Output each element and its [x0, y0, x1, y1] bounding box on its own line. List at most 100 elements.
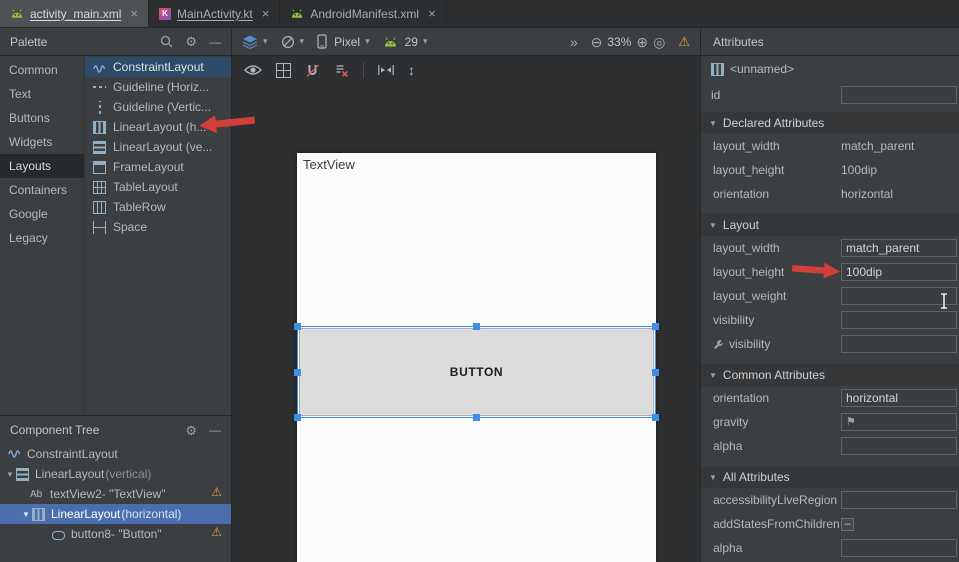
palette-item-framelayout[interactable]: FrameLayout [85, 157, 231, 177]
visibility-field[interactable] [841, 311, 957, 329]
tree-item-textview2[interactable]: Ab textView2- "TextView" ⚠ [0, 484, 231, 504]
design-canvas[interactable]: TextView BUTTON [297, 153, 656, 562]
toolbar-separator [363, 62, 364, 78]
design-surface[interactable]: ↕ TextView BUTTON [232, 56, 700, 562]
collapse-arrow-icon[interactable]: ▼ [709, 119, 717, 128]
flag-icon[interactable]: ⚑ [846, 417, 856, 428]
gear-icon[interactable]: ⚙ [185, 424, 197, 437]
toolbar-row: Palette ⚙ — ▾ ▾ Pixel ▾ 29 [0, 28, 959, 56]
gravity-field[interactable]: ⚑ [841, 413, 957, 431]
zoom-fit-button[interactable]: ◎ [653, 35, 665, 49]
expand-vertical-icon[interactable]: ↕ [408, 63, 415, 77]
view-options-eye-icon[interactable] [244, 63, 262, 77]
tab-androidmanifest-xml[interactable]: AndroidManifest.xml × [280, 0, 446, 27]
tool-visibility-field[interactable] [841, 335, 957, 353]
tree-item-linearlayout-vertical[interactable]: ▼ LinearLayout(vertical) [0, 464, 231, 484]
section-common-attributes[interactable]: ▼ Common Attributes [701, 364, 959, 386]
night-mode-icon[interactable] [281, 35, 295, 49]
layout-width-field[interactable]: match_parent [841, 239, 957, 257]
category-common[interactable]: Common [0, 58, 84, 82]
layout-weight-field[interactable] [841, 287, 957, 305]
warning-icon[interactable]: ⚠ [211, 486, 222, 498]
add-states-from-children-checkbox[interactable]: – [841, 518, 854, 531]
tab-mainactivity-kt[interactable]: K MainActivity.kt × [149, 0, 280, 27]
warning-icon[interactable]: ⚠ [211, 526, 222, 538]
button-widget[interactable]: BUTTON [299, 328, 654, 416]
collapse-arrow-icon[interactable]: ▼ [709, 473, 717, 482]
zoom-level: 33% [607, 35, 631, 49]
grid-mode-icon[interactable] [276, 63, 291, 78]
expand-arrow-icon[interactable]: ▼ [4, 470, 16, 479]
button-icon [52, 531, 65, 540]
palette-item-guideline-horizontal[interactable]: Guideline (Horiz... [85, 77, 231, 97]
attr-value[interactable]: match_parent [841, 139, 914, 153]
palette-item-space[interactable]: Space [85, 217, 231, 237]
design-toolbar: ▾ ▾ Pixel ▾ 29 ▾ » ⊖ 33% ⊕ ◎ ⚠ [232, 28, 700, 55]
category-text[interactable]: Text [0, 82, 84, 106]
autoconnect-off-magnet-icon[interactable] [305, 63, 320, 78]
section-declared-attributes[interactable]: ▼ Declared Attributes [701, 112, 959, 134]
attr-row: addStatesFromChildren – [701, 512, 959, 536]
api-level-selector[interactable]: 29 [405, 35, 418, 49]
palette-item-tablerow[interactable]: TableRow [85, 197, 231, 217]
attr-value[interactable]: horizontal [841, 187, 893, 201]
palette-item-linearlayout-horizontal[interactable]: LinearLayout (h... [85, 117, 231, 137]
zoom-in-button[interactable]: ⊕ [636, 35, 648, 49]
hide-panel-icon[interactable]: — [209, 424, 221, 436]
pack-horizontal-icon[interactable] [378, 64, 394, 76]
tree-item-linearlayout-horizontal[interactable]: ▼ LinearLayout(horizontal) [0, 504, 231, 524]
attr-value[interactable]: 100dip [841, 163, 877, 177]
close-icon[interactable]: × [262, 7, 270, 20]
close-icon[interactable]: × [428, 7, 436, 20]
category-containers[interactable]: Containers [0, 178, 84, 202]
palette-item-tablelayout[interactable]: TableLayout [85, 177, 231, 197]
category-layouts[interactable]: Layouts [0, 154, 84, 178]
tree-item-button8[interactable]: button8- "Button" ⚠ [0, 524, 231, 544]
zoom-out-button[interactable]: ⊖ [591, 35, 603, 49]
category-buttons[interactable]: Buttons [0, 106, 84, 130]
linearlayout-horizontal-icon [32, 508, 45, 521]
design-mode-icon[interactable] [242, 35, 258, 49]
hide-panel-icon[interactable]: — [209, 36, 221, 48]
category-google[interactable]: Google [0, 202, 84, 226]
search-icon[interactable] [160, 35, 173, 48]
section-layout[interactable]: ▼ Layout [701, 214, 959, 236]
clear-constraints-icon[interactable] [334, 63, 349, 78]
attributes-header: Attributes [700, 28, 959, 55]
accessibility-live-region-field[interactable] [841, 491, 957, 509]
chevron-down-icon: ▾ [423, 36, 428, 47]
attr-row: orientation horizontal [701, 182, 959, 206]
linearlayout-horizontal-widget[interactable]: BUTTON [297, 326, 656, 418]
warning-icon[interactable]: ⚠ [678, 35, 690, 48]
palette-item-label: Guideline (Vertic... [113, 100, 211, 114]
close-icon[interactable]: × [130, 7, 138, 20]
palette-item-constraintlayout[interactable]: ConstraintLayout [85, 57, 231, 77]
collapse-arrow-icon[interactable]: ▼ [709, 221, 717, 230]
alpha-field[interactable] [841, 437, 957, 455]
tab-activity-main-xml[interactable]: activity_main.xml × [0, 0, 149, 27]
palette-item-label: FrameLayout [113, 160, 184, 174]
tree-item-constraintlayout[interactable]: ConstraintLayout [0, 444, 231, 464]
textview-widget[interactable]: TextView [303, 157, 355, 172]
device-selector[interactable]: Pixel [334, 35, 360, 49]
category-legacy[interactable]: Legacy [0, 226, 84, 250]
orientation-field[interactable]: horizontal [841, 389, 957, 407]
expand-arrow-icon[interactable]: ▼ [20, 510, 32, 519]
android-api-icon[interactable] [383, 37, 398, 47]
alpha-field-all[interactable] [841, 539, 957, 557]
gear-icon[interactable]: ⚙ [185, 35, 197, 48]
attr-row: visibility [701, 308, 959, 332]
collapse-arrow-icon[interactable]: ▼ [709, 371, 717, 380]
category-widgets[interactable]: Widgets [0, 130, 84, 154]
id-field[interactable] [841, 86, 957, 104]
attributes-title: Attributes [713, 35, 764, 49]
palette-item-linearlayout-vertical[interactable]: LinearLayout (ve... [85, 137, 231, 157]
palette-header: Palette ⚙ — [0, 28, 232, 55]
toolbar-overflow-icon[interactable]: » [570, 35, 578, 49]
component-tree-title: Component Tree [10, 423, 99, 437]
device-icon[interactable] [317, 34, 327, 49]
section-all-attributes[interactable]: ▼ All Attributes [701, 466, 959, 488]
palette-item-guideline-vertical[interactable]: Guideline (Vertic... [85, 97, 231, 117]
layout-height-field[interactable]: 100dip [841, 263, 957, 281]
section-title: Common Attributes [723, 368, 825, 382]
